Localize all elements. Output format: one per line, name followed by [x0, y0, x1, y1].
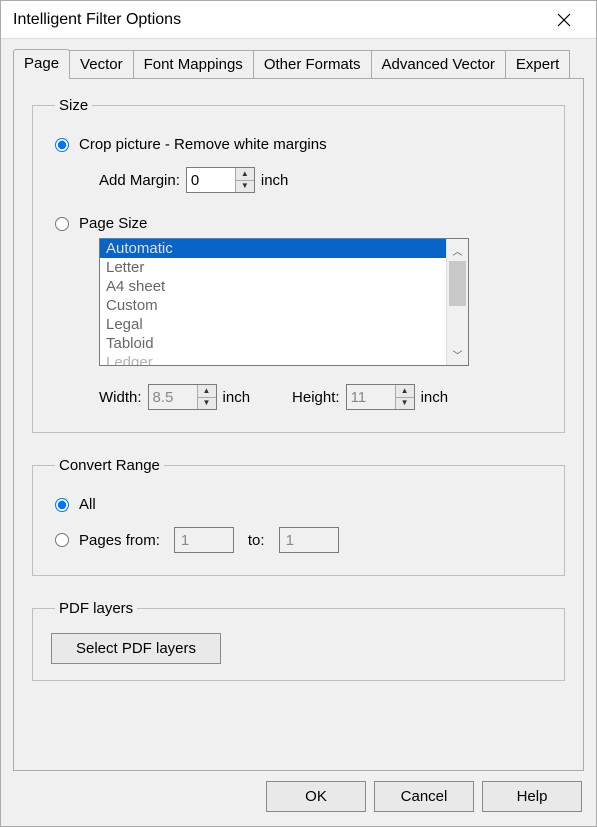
height-spin-buttons[interactable]: ▲ ▼ — [395, 385, 414, 409]
dialog-footer: OK Cancel Help — [1, 771, 596, 826]
scroll-thumb[interactable] — [449, 261, 466, 306]
page-size-list[interactable]: Automatic Letter A4 sheet Custom Legal T… — [100, 239, 446, 365]
tab-other-formats[interactable]: Other Formats — [253, 50, 372, 78]
tab-expert[interactable]: Expert — [505, 50, 570, 78]
list-item[interactable]: Legal — [100, 315, 446, 334]
dialog-window: Intelligent Filter Options Page Vector F… — [0, 0, 597, 827]
list-item[interactable]: Tabloid — [100, 334, 446, 353]
group-convert-range: Convert Range All Pages from: to: — [32, 457, 565, 576]
height-label: Height: — [292, 389, 340, 406]
add-margin-spinner[interactable]: ▲ ▼ — [186, 167, 255, 193]
add-margin-input[interactable] — [187, 168, 235, 192]
width-spin-buttons[interactable]: ▲ ▼ — [197, 385, 216, 409]
scroll-down-icon[interactable]: ﹀ — [447, 343, 468, 365]
radio-crop-input[interactable] — [55, 138, 69, 152]
radio-page-size[interactable]: Page Size — [51, 215, 546, 232]
group-convert-range-legend: Convert Range — [55, 457, 164, 474]
add-margin-label: Add Margin: — [99, 172, 180, 189]
group-size-legend: Size — [55, 97, 92, 114]
width-unit: inch — [223, 389, 251, 406]
add-margin-unit: inch — [261, 172, 289, 189]
window-title: Intelligent Filter Options — [13, 11, 181, 29]
spin-down-icon[interactable]: ▼ — [236, 181, 254, 193]
spin-up-icon[interactable]: ▲ — [396, 385, 414, 398]
scroll-track[interactable] — [447, 261, 468, 343]
radio-crop-picture[interactable]: Crop picture - Remove white margins — [51, 136, 546, 153]
pages-to-input[interactable] — [279, 527, 339, 553]
list-item[interactable]: Letter — [100, 258, 446, 277]
radio-pages-from-input[interactable] — [55, 533, 69, 547]
spin-down-icon[interactable]: ▼ — [396, 398, 414, 410]
close-button[interactable] — [544, 5, 584, 35]
titlebar: Intelligent Filter Options — [1, 1, 596, 39]
tab-vector[interactable]: Vector — [69, 50, 134, 78]
spin-up-icon[interactable]: ▲ — [198, 385, 216, 398]
select-pdf-layers-button[interactable]: Select PDF layers — [51, 633, 221, 664]
radio-all-label: All — [79, 496, 96, 513]
radio-crop-label: Crop picture - Remove white margins — [79, 136, 327, 153]
scroll-up-icon[interactable]: ︿ — [447, 239, 468, 261]
radio-page-size-label: Page Size — [79, 215, 147, 232]
tab-panel-page: Size Crop picture - Remove white margins… — [13, 78, 584, 771]
tab-font-mappings[interactable]: Font Mappings — [133, 50, 254, 78]
pages-to-label: to: — [248, 532, 265, 549]
dimensions-row: Width: ▲ ▼ inch Height: ▲ ▼ — [99, 384, 546, 410]
list-item[interactable]: A4 sheet — [100, 277, 446, 296]
spin-up-icon[interactable]: ▲ — [236, 168, 254, 181]
tab-strip: Page Vector Font Mappings Other Formats … — [1, 39, 596, 78]
cancel-button[interactable]: Cancel — [374, 781, 474, 812]
close-icon — [557, 13, 571, 27]
radio-pages-from-label: Pages from: — [79, 532, 160, 549]
height-input[interactable] — [347, 385, 395, 409]
listbox-scrollbar[interactable]: ︿ ﹀ — [446, 239, 468, 365]
help-button[interactable]: Help — [482, 781, 582, 812]
list-item[interactable]: Automatic — [100, 239, 446, 258]
pages-from-input[interactable] — [174, 527, 234, 553]
add-margin-spin-buttons[interactable]: ▲ ▼ — [235, 168, 254, 192]
tab-page[interactable]: Page — [13, 49, 70, 79]
list-item[interactable]: Ledger — [100, 353, 446, 365]
ok-button[interactable]: OK — [266, 781, 366, 812]
group-pdf-layers-legend: PDF layers — [55, 600, 137, 617]
spin-down-icon[interactable]: ▼ — [198, 398, 216, 410]
group-size: Size Crop picture - Remove white margins… — [32, 97, 565, 433]
width-input[interactable] — [149, 385, 197, 409]
radio-all-input[interactable] — [55, 498, 69, 512]
width-label: Width: — [99, 389, 142, 406]
height-spinner[interactable]: ▲ ▼ — [346, 384, 415, 410]
page-size-listbox[interactable]: Automatic Letter A4 sheet Custom Legal T… — [99, 238, 469, 366]
radio-all[interactable]: All — [51, 496, 546, 513]
radio-pages-from[interactable]: Pages from: — [51, 532, 160, 549]
pages-from-row: Pages from: to: — [51, 527, 546, 553]
add-margin-row: Add Margin: ▲ ▼ inch — [99, 167, 546, 193]
radio-page-size-input[interactable] — [55, 217, 69, 231]
width-spinner[interactable]: ▲ ▼ — [148, 384, 217, 410]
height-unit: inch — [421, 389, 449, 406]
list-item[interactable]: Custom — [100, 296, 446, 315]
group-pdf-layers: PDF layers Select PDF layers — [32, 600, 565, 681]
tab-advanced-vector[interactable]: Advanced Vector — [371, 50, 506, 78]
